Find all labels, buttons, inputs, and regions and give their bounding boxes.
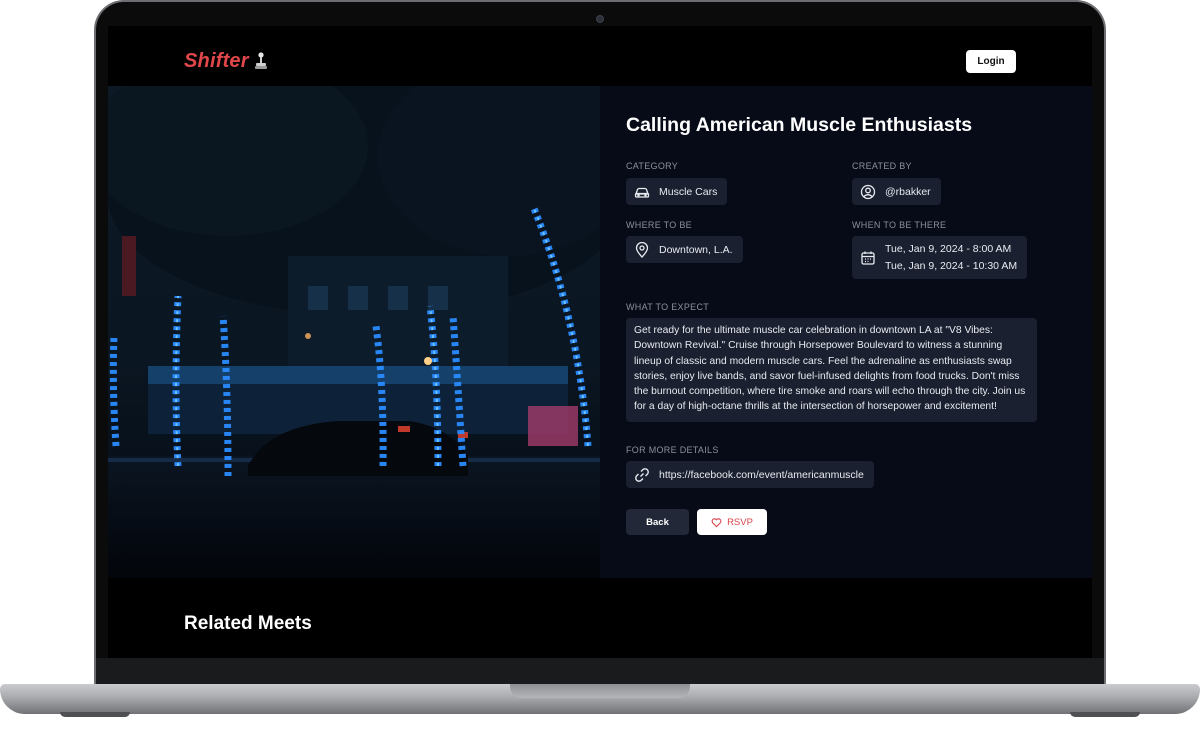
- details-link[interactable]: https://facebook.com/event/americanmuscl…: [626, 461, 874, 488]
- navbar: Shifter Login: [108, 26, 1092, 86]
- camera: [596, 15, 604, 23]
- map-pin-icon: [635, 241, 649, 258]
- created-by-value: @rbakker: [885, 185, 931, 198]
- gear-shifter-icon: [255, 52, 267, 69]
- where-chip[interactable]: Downtown, L.A.: [626, 236, 743, 263]
- where-value: Downtown, L.A.: [659, 243, 733, 256]
- user-circle-icon: [860, 184, 876, 199]
- back-button[interactable]: Back: [626, 509, 689, 535]
- laptop-foot-right: [1070, 712, 1140, 717]
- created-by-chip[interactable]: @rbakker: [852, 178, 941, 205]
- rsvp-label: RSVP: [727, 516, 753, 528]
- details-label: FOR MORE DETAILS: [626, 445, 719, 455]
- where-label: WHERE TO BE: [626, 220, 692, 230]
- login-button[interactable]: Login: [966, 50, 1016, 73]
- related-meets-heading: Related Meets: [184, 613, 312, 634]
- link-icon: [635, 467, 649, 482]
- when-end: Tue, Jan 9, 2024 - 10:30 AM: [885, 260, 1018, 272]
- car-icon: [634, 187, 650, 198]
- event-details-panel: Calling American Muscle Enthusiasts CATE…: [600, 86, 1092, 578]
- event-description: Get ready for the ultimate muscle car ce…: [626, 318, 1037, 422]
- details-url: https://facebook.com/event/americanmuscl…: [659, 468, 864, 481]
- screen: Shifter Login Calling American Muscle En…: [108, 26, 1092, 658]
- event-title: Calling American Muscle Enthusiasts: [626, 114, 973, 136]
- expect-label: WHAT TO EXPECT: [626, 302, 710, 312]
- event-hero-image: [108, 86, 600, 578]
- category-value: Muscle Cars: [659, 185, 718, 198]
- when-chip[interactable]: Tue, Jan 9, 2024 - 8:00 AM Tue, Jan 9, 2…: [852, 236, 1028, 279]
- when-label: WHEN TO BE THERE: [852, 220, 947, 230]
- when-start: Tue, Jan 9, 2024 - 8:00 AM: [885, 243, 1012, 255]
- laptop-notch: [510, 684, 690, 698]
- calendar-icon: [861, 251, 875, 265]
- app-logo[interactable]: Shifter: [184, 50, 249, 73]
- created-by-label: CREATED BY: [852, 161, 912, 171]
- heart-icon: [711, 517, 722, 527]
- night-street-photo: [108, 86, 600, 578]
- laptop-bottom-bezel: [96, 658, 1104, 684]
- rsvp-button[interactable]: RSVP: [697, 509, 767, 535]
- category-label: CATEGORY: [626, 161, 679, 171]
- category-chip[interactable]: Muscle Cars: [626, 178, 728, 205]
- laptop-foot-left: [60, 712, 130, 717]
